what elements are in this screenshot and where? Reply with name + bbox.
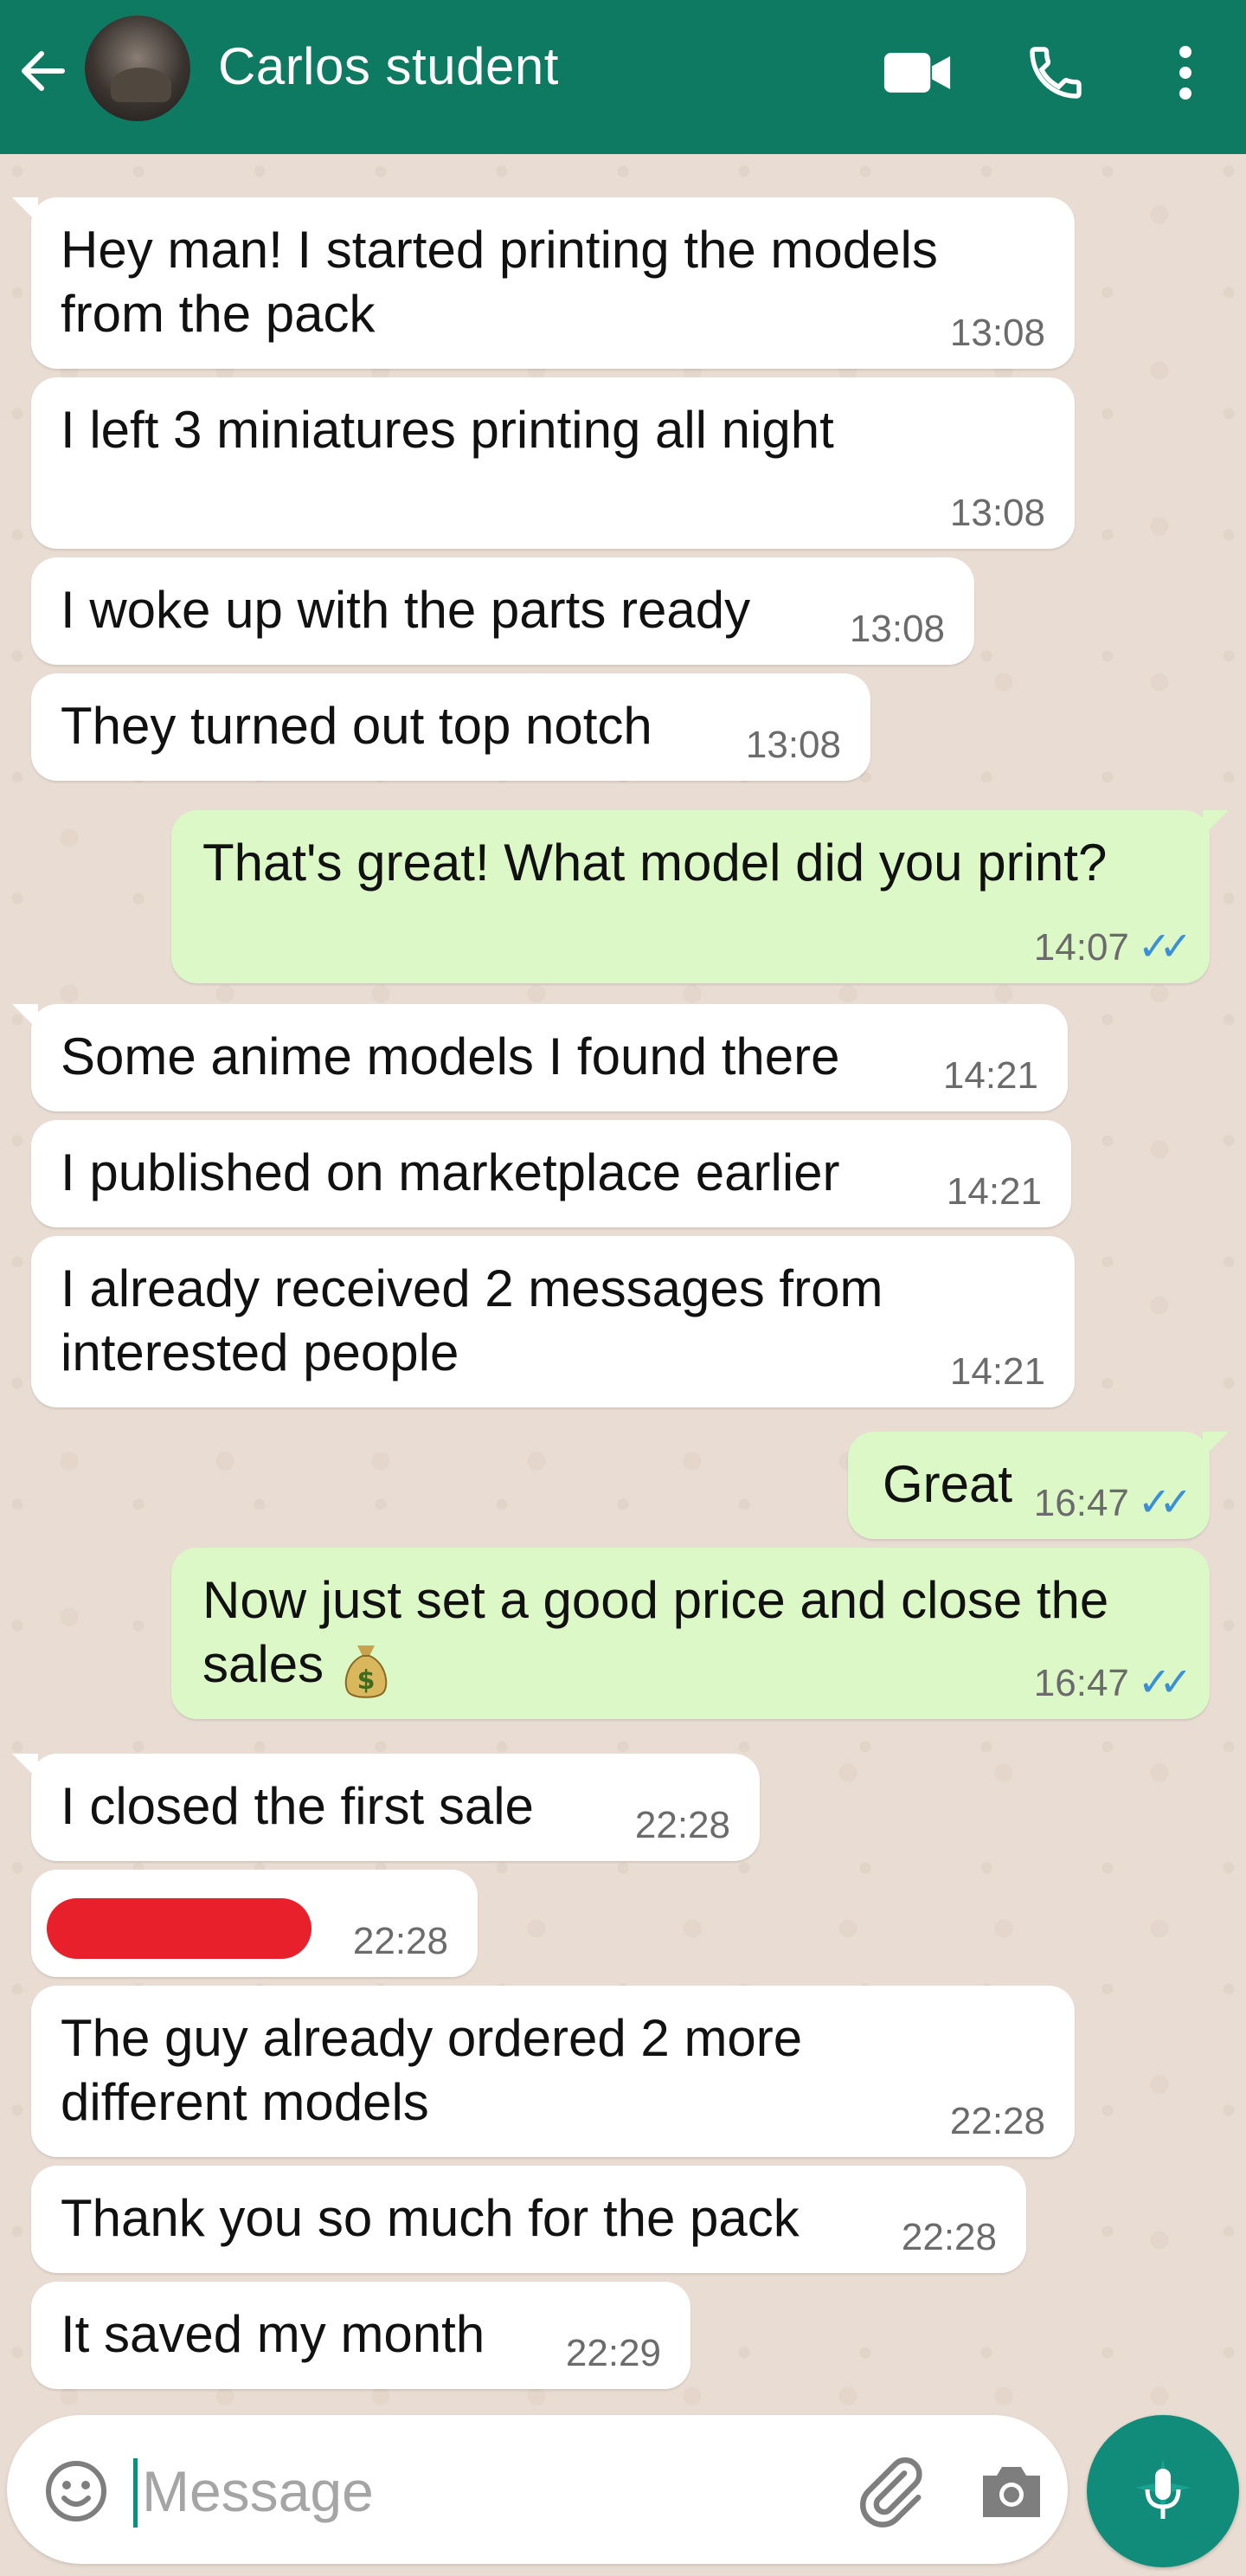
read-ticks-icon: ✓✓ <box>1137 924 1192 969</box>
video-camera-icon <box>883 53 951 93</box>
message-text: I closed the first sale <box>61 1777 534 1835</box>
message-text: That's great! What model did you print? <box>202 834 1108 892</box>
message-time: 14:21 <box>949 1350 1045 1393</box>
message-bubble-incoming[interactable]: I closed the first sale 22:28 <box>12 1754 760 1861</box>
message-bubble-incoming[interactable]: 22:28 <box>31 1870 478 1977</box>
message-bubble-incoming[interactable]: Thank you so much for the pack 22:28 <box>31 2166 1026 2273</box>
message-text: The guy already ordered 2 more <box>61 2009 803 2067</box>
message-text: I already received 2 messages from <box>61 1259 883 1317</box>
message-bubble-incoming[interactable]: I published on marketplace earlier 14:21 <box>31 1120 1071 1227</box>
message-bubble-incoming[interactable]: I left 3 miniatures printing all night 1… <box>31 377 1075 549</box>
phone-icon <box>1030 47 1082 99</box>
message-text: different models <box>61 2073 429 2131</box>
attach-button[interactable] <box>853 2453 928 2528</box>
message-text: sales <box>202 1635 324 1693</box>
message-time: 14:21 <box>942 1054 1038 1097</box>
mic-button[interactable] <box>1087 2415 1239 2567</box>
message-time: 13:08 <box>849 608 945 650</box>
message-list[interactable]: Hey man! I started printing the models f… <box>0 154 1246 2422</box>
message-time: 13:08 <box>949 492 1045 534</box>
message-bubble-incoming[interactable]: Hey man! I started printing the models f… <box>12 197 1075 369</box>
message-text: Now just set a good price and close the <box>202 1571 1109 1629</box>
money-bag-icon: $ <box>344 1645 387 1698</box>
message-bubble-incoming[interactable]: I woke up with the parts ready 13:08 <box>31 557 974 665</box>
message-time: 16:47 ✓✓ <box>1033 1659 1192 1704</box>
message-bubble-incoming[interactable]: I already received 2 messages from inter… <box>31 1236 1075 1407</box>
paperclip-icon <box>860 2457 922 2528</box>
message-text: Thank you so much for the pack <box>61 2189 800 2247</box>
message-text: They turned out top notch <box>61 697 652 755</box>
camera-icon <box>983 2467 1040 2517</box>
message-input[interactable] <box>142 2450 817 2533</box>
camera-button[interactable] <box>974 2455 1049 2529</box>
read-ticks-icon: ✓✓ <box>1137 1479 1192 1524</box>
message-time: 22:29 <box>565 2332 661 2374</box>
message-bubble-incoming[interactable]: The guy already ordered 2 more different… <box>31 1986 1075 2157</box>
chat-header: Carlos student <box>0 0 1246 154</box>
message-composer <box>7 2415 1068 2564</box>
message-bubble-outgoing[interactable]: Now just set a good price and close the … <box>171 1548 1210 1719</box>
voice-call-button[interactable] <box>1021 38 1090 107</box>
text-cursor <box>133 2458 138 2528</box>
microphone-icon <box>1135 2458 1191 2519</box>
avatar[interactable] <box>85 16 190 121</box>
message-text: Some anime models I found there <box>61 1027 840 1085</box>
message-text: from the pack <box>61 285 376 343</box>
message-bubble-outgoing[interactable]: That's great! What model did you print? … <box>171 810 1229 983</box>
message-time: 22:28 <box>352 1920 448 1962</box>
message-time: 14:21 <box>946 1170 1042 1213</box>
message-bubble-incoming[interactable]: Some anime models I found there 14:21 <box>12 1004 1068 1111</box>
message-time: 22:28 <box>634 1804 730 1846</box>
contact-name[interactable]: Carlos student <box>218 36 559 96</box>
message-text: I published on marketplace earlier <box>61 1143 840 1201</box>
redacted-content <box>47 1898 312 1960</box>
message-bubble-incoming[interactable]: It saved my month 22:29 <box>31 2282 690 2389</box>
read-ticks-icon: ✓✓ <box>1137 1659 1192 1704</box>
message-time: 13:08 <box>745 724 841 766</box>
message-time: 22:28 <box>901 2216 997 2258</box>
message-bubble-outgoing[interactable]: Great 16:47 ✓✓ <box>848 1432 1229 1539</box>
video-call-button[interactable] <box>883 38 952 107</box>
more-vertical-icon <box>1179 46 1191 100</box>
message-time: 16:47 ✓✓ <box>1033 1479 1192 1524</box>
message-time: 22:28 <box>949 2100 1045 2142</box>
message-text: I left 3 miniatures printing all night <box>61 401 834 459</box>
message-bubble-incoming[interactable]: They turned out top notch 13:08 <box>31 673 870 781</box>
arrow-left-icon <box>22 51 65 91</box>
message-text: I woke up with the parts ready <box>61 581 751 639</box>
more-options-button[interactable] <box>1151 38 1220 107</box>
message-text: Hey man! I started printing the models <box>61 221 938 279</box>
message-text: interested people <box>61 1323 459 1381</box>
message-time: 14:07 ✓✓ <box>1033 924 1192 969</box>
message-time: 13:08 <box>949 312 1045 354</box>
back-button[interactable] <box>16 43 71 99</box>
emoji-icon <box>46 2461 106 2521</box>
svg-text:$: $ <box>356 1665 375 1696</box>
emoji-button[interactable] <box>43 2458 109 2524</box>
